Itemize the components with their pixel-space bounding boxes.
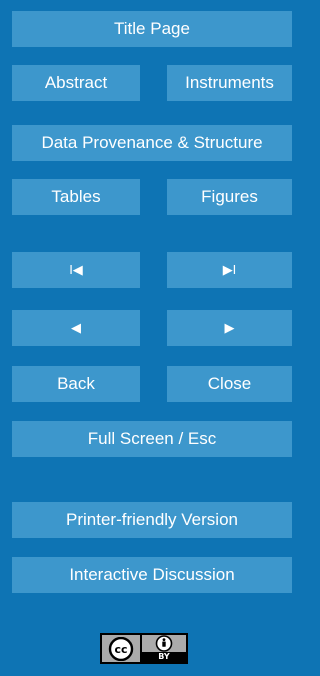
cc-logo-icon: cc xyxy=(102,635,140,662)
close-button[interactable]: Close xyxy=(167,366,292,402)
previous-page-button[interactable]: ◀ xyxy=(12,310,140,346)
back-button[interactable]: Back xyxy=(12,366,140,402)
next-page-button[interactable]: ▶ xyxy=(167,310,292,346)
data-provenance-button[interactable]: Data Provenance & Structure xyxy=(12,125,292,161)
last-page-button[interactable]: ▶I xyxy=(167,252,292,288)
first-page-button[interactable]: I◀ xyxy=(12,252,140,288)
cc-text: cc xyxy=(114,643,127,656)
title-page-button[interactable]: Title Page xyxy=(12,11,292,47)
figures-button[interactable]: Figures xyxy=(167,179,292,215)
full-screen-button[interactable]: Full Screen / Esc xyxy=(12,421,292,457)
by-label: BY xyxy=(142,652,186,662)
abstract-button[interactable]: Abstract xyxy=(12,65,140,101)
instruments-button[interactable]: Instruments xyxy=(167,65,292,101)
by-attribution-icon: BY xyxy=(140,635,186,662)
printer-friendly-button[interactable]: Printer-friendly Version xyxy=(12,502,292,538)
tables-button[interactable]: Tables xyxy=(12,179,140,215)
creative-commons-by-icon[interactable]: cc BY xyxy=(100,633,188,664)
interactive-discussion-button[interactable]: Interactive Discussion xyxy=(12,557,292,593)
